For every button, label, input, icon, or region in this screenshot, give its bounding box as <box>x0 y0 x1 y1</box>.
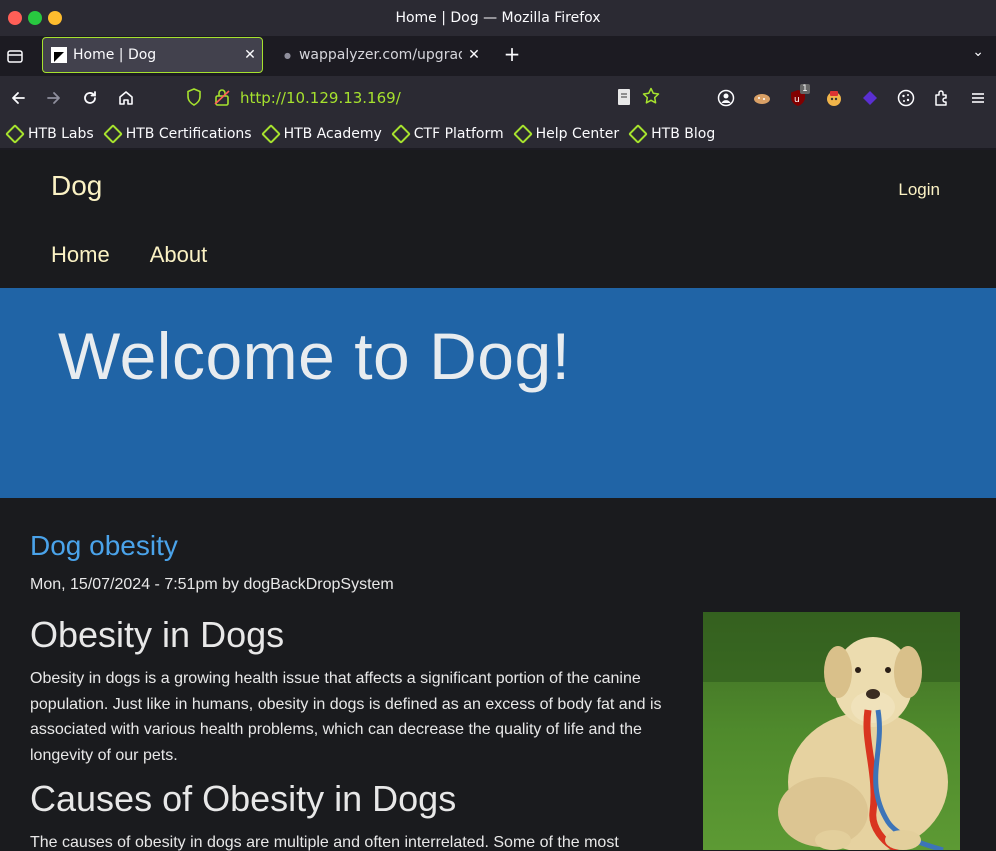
close-window-button[interactable] <box>8 11 22 25</box>
reader-view-icon[interactable] <box>616 88 632 110</box>
ublock-badge: 1 <box>800 84 810 94</box>
bookmark-htb-labs[interactable]: HTB Labs <box>5 124 94 144</box>
htb-cube-icon <box>260 124 281 144</box>
bookmark-htb-certifications[interactable]: HTB Certifications <box>102 124 252 144</box>
nav-about-link[interactable]: About <box>150 242 208 268</box>
site-name-link[interactable]: Dog <box>51 170 102 202</box>
url-bar[interactable]: http://10.129.13.169/ <box>180 82 690 114</box>
site-favicon-icon <box>51 47 67 63</box>
htb-cube-icon <box>390 124 411 144</box>
tab-title: Home | Dog <box>73 47 157 63</box>
tracking-protection-shield-icon[interactable] <box>186 88 202 110</box>
bookmark-label: Help Center <box>535 126 620 142</box>
bookmark-label: HTB Certifications <box>125 126 252 142</box>
bookmark-htb-academy[interactable]: HTB Academy <box>260 124 382 144</box>
login-link[interactable]: Login <box>898 180 940 200</box>
tab-wappalyzer[interactable]: ● wappalyzer.com/upgrade ✕ <box>276 37 486 73</box>
extensions-puzzle-icon[interactable] <box>924 82 960 114</box>
paragraph-intro: Obesity in dogs is a growing health issu… <box>30 670 662 764</box>
hero-title: Welcome to Dog! <box>58 319 571 393</box>
firefox-view-icon[interactable] <box>0 41 30 71</box>
article-meta: Mon, 15/07/2024 - 7:51pm by dogBackDropS… <box>30 576 394 593</box>
article-title-link[interactable]: Dog obesity <box>30 530 960 562</box>
heading-obesity-in-dogs: Obesity in Dogs <box>30 614 285 655</box>
site-header: Dog Login Home About <box>0 150 996 288</box>
article-body: Obesity in Dogs Obesity in dogs is a gro… <box>30 614 680 851</box>
tab-bar: Home | Dog ✕ ● wappalyzer.com/upgrade ✕ … <box>0 36 996 76</box>
bookmark-label: CTF Platform <box>413 126 504 142</box>
article: Dog obesity Mon, 15/07/2024 - 7:51pm by … <box>30 530 960 851</box>
window-controls <box>8 11 62 25</box>
cookie-editor-icon[interactable] <box>888 82 924 114</box>
hero-banner: Welcome to Dog! <box>0 288 996 498</box>
ublock-origin-icon[interactable]: u 1 <box>780 82 816 114</box>
home-button[interactable] <box>108 82 144 114</box>
insecure-lock-icon[interactable] <box>214 88 230 110</box>
paragraph-causes: The causes of obesity in dogs are multip… <box>30 834 619 851</box>
forward-button[interactable] <box>36 82 72 114</box>
nav-home-link[interactable]: Home <box>51 242 110 268</box>
htb-cube-icon <box>628 124 649 144</box>
close-tab-icon[interactable]: ✕ <box>238 47 262 63</box>
bookmark-star-icon[interactable] <box>642 87 660 109</box>
bookmark-ctf-platform[interactable]: CTF Platform <box>390 124 504 144</box>
wappalyzer-extension-icon[interactable] <box>816 82 852 114</box>
list-all-tabs-icon[interactable]: ⌄ <box>972 44 984 60</box>
dog-photo <box>703 612 960 850</box>
hamburger-menu-icon[interactable] <box>960 82 996 114</box>
htb-cube-icon <box>512 124 533 144</box>
toolbar-extensions: u 1 <box>708 76 996 120</box>
new-tab-button[interactable]: + <box>500 42 524 66</box>
firefox-window: Home | Dog — Mozilla Firefox Home | Dog … <box>0 0 996 851</box>
bookmark-label: HTB Blog <box>651 126 716 142</box>
back-button[interactable] <box>0 82 36 114</box>
web-page: Dog Login Home About Welcome to Dog! Dog… <box>0 150 996 851</box>
bookmark-htb-blog[interactable]: HTB Blog <box>628 124 716 144</box>
tab-home-dog[interactable]: Home | Dog ✕ <box>42 37 263 73</box>
bookmark-help-center[interactable]: Help Center <box>512 124 620 144</box>
account-icon[interactable] <box>708 82 744 114</box>
bookmark-label: HTB Academy <box>283 126 382 142</box>
reload-button[interactable] <box>72 82 108 114</box>
svg-text:u: u <box>794 95 800 105</box>
maximize-window-button[interactable] <box>28 11 42 25</box>
loading-dot-icon: ● <box>284 50 291 60</box>
tab-title: wappalyzer.com/upgrade <box>298 47 462 63</box>
bookmark-label: HTB Labs <box>28 126 94 142</box>
purple-gem-extension-icon[interactable] <box>852 82 888 114</box>
close-tab-icon[interactable]: ✕ <box>462 47 486 63</box>
url-text: http://10.129.13.169/ <box>240 89 401 107</box>
window-titlebar: Home | Dog — Mozilla Firefox <box>0 0 996 36</box>
navigation-toolbar: http://10.129.13.169/ u 1 <box>0 76 996 120</box>
htb-cube-icon <box>102 124 123 144</box>
cookie-extension-icon[interactable] <box>744 82 780 114</box>
htb-cube-icon <box>5 124 25 144</box>
window-title: Home | Dog — Mozilla Firefox <box>395 10 601 26</box>
main-nav: Home About <box>51 242 207 268</box>
heading-causes: Causes of Obesity in Dogs <box>30 778 457 819</box>
minimize-window-button[interactable] <box>48 11 62 25</box>
bookmarks-toolbar: HTB Labs HTB Certifications HTB Academy … <box>0 120 996 148</box>
